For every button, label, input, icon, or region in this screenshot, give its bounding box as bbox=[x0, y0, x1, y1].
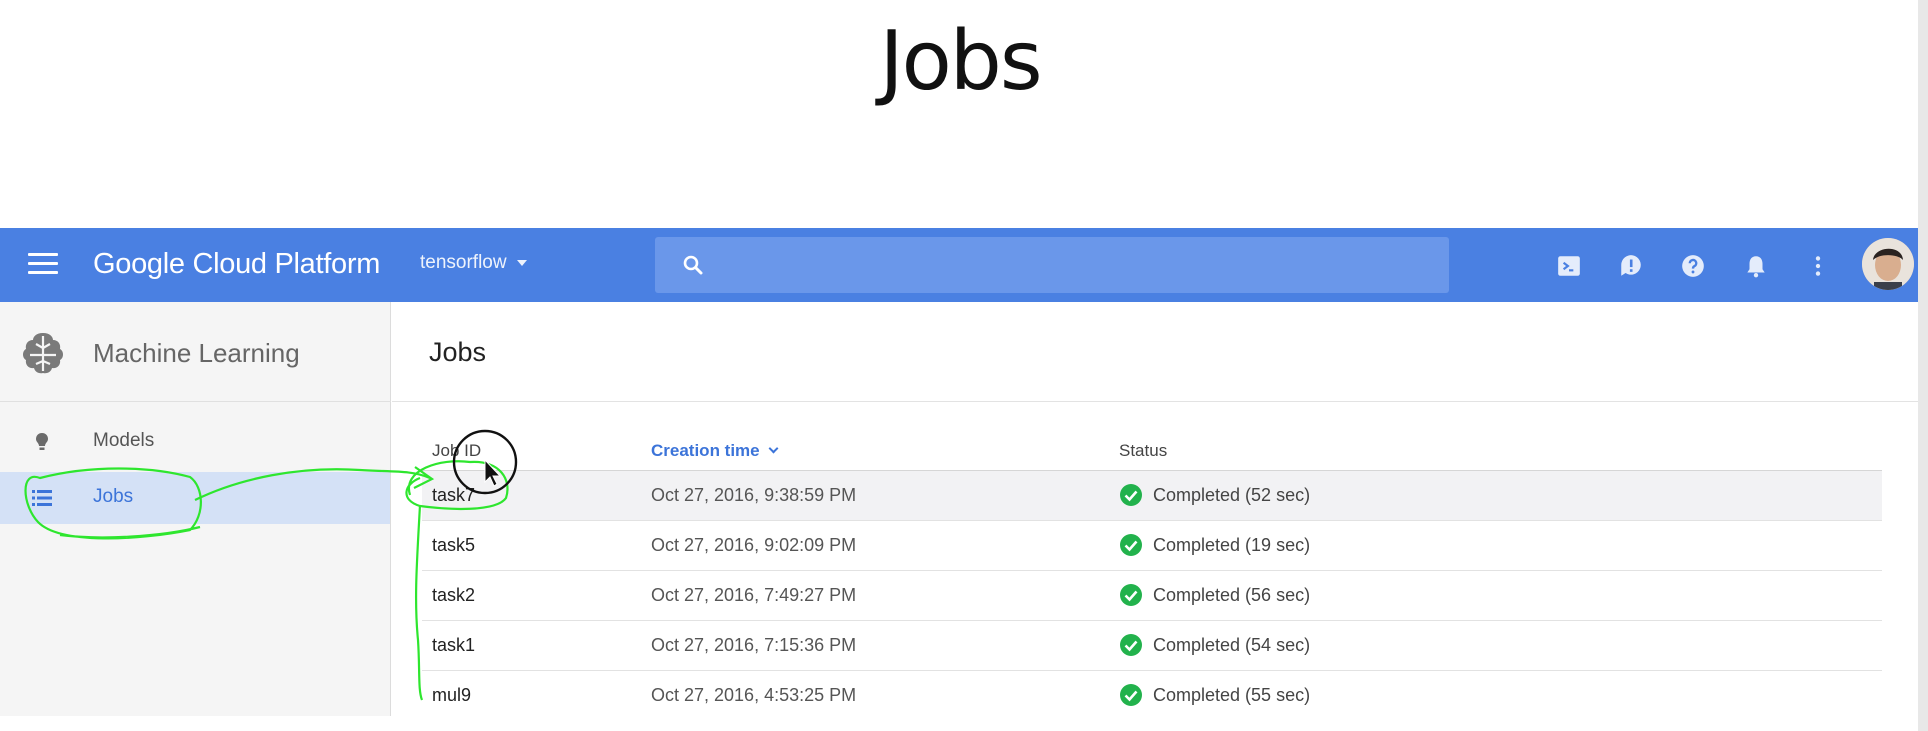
sidebar-header: Machine Learning bbox=[0, 302, 391, 402]
sidebar-item-models[interactable]: Models bbox=[0, 416, 390, 468]
page-header: Jobs bbox=[392, 302, 1918, 402]
more-vert-icon[interactable] bbox=[1805, 253, 1831, 279]
project-selector[interactable]: tensorflow bbox=[420, 252, 527, 274]
creation-time: Oct 27, 2016, 9:02:09 PM bbox=[651, 535, 857, 555]
check-circle-icon bbox=[1120, 484, 1142, 506]
avatar[interactable] bbox=[1862, 238, 1914, 290]
column-header-label: Creation time bbox=[651, 441, 760, 460]
job-id-link[interactable]: task7 bbox=[432, 485, 475, 506]
top-app-bar: Google Cloud Platform tensorflow bbox=[0, 228, 1918, 302]
creation-time: Oct 27, 2016, 4:53:25 PM bbox=[651, 685, 857, 705]
check-circle-icon bbox=[1120, 584, 1142, 606]
status-text: Completed (54 sec) bbox=[1153, 635, 1311, 655]
check-circle-icon bbox=[1120, 684, 1142, 706]
gcp-console-screenshot: Google Cloud Platform tensorflow Machine… bbox=[0, 228, 1918, 716]
sidebar-item-label: Jobs bbox=[93, 486, 134, 507]
creation-time: Oct 27, 2016, 7:15:36 PM bbox=[651, 635, 857, 655]
menu-icon[interactable] bbox=[28, 253, 58, 277]
project-name: tensorflow bbox=[420, 252, 507, 273]
table-row[interactable]: task7 Oct 27, 2016, 9:38:59 PM Completed… bbox=[422, 471, 1882, 521]
search-icon bbox=[683, 255, 703, 275]
cloud-shell-icon[interactable] bbox=[1556, 253, 1582, 279]
column-header-status[interactable]: Status bbox=[1119, 441, 1167, 461]
chevron-down-icon bbox=[516, 259, 527, 266]
table-row[interactable]: task5 Oct 27, 2016, 9:02:09 PM Completed… bbox=[422, 521, 1882, 571]
search-bar[interactable] bbox=[655, 237, 1449, 293]
notifications-icon[interactable] bbox=[1743, 253, 1769, 279]
sidebar-item-jobs[interactable]: Jobs bbox=[0, 472, 390, 524]
table-row[interactable]: task1 Oct 27, 2016, 7:15:36 PM Completed… bbox=[422, 621, 1882, 671]
table-header: Job ID Creation time Status bbox=[422, 430, 1882, 471]
status-text: Completed (56 sec) bbox=[1153, 585, 1311, 605]
lightbulb-icon bbox=[36, 433, 48, 450]
status-text: Completed (52 sec) bbox=[1153, 485, 1311, 505]
check-circle-icon bbox=[1120, 634, 1142, 656]
sort-chevron-down-icon bbox=[768, 443, 779, 454]
table-row[interactable]: mul9 Oct 27, 2016, 4:53:25 PM Completed … bbox=[422, 671, 1882, 716]
table-row[interactable]: task2 Oct 27, 2016, 7:49:27 PM Completed… bbox=[422, 571, 1882, 621]
list-icon bbox=[32, 490, 52, 506]
avatar-face bbox=[1862, 238, 1914, 290]
creation-time: Oct 27, 2016, 9:38:59 PM bbox=[651, 485, 857, 505]
job-id-link[interactable]: task1 bbox=[432, 635, 475, 656]
column-header-creation-time[interactable]: Creation time bbox=[651, 441, 779, 461]
platform-brand[interactable]: Google Cloud Platform bbox=[93, 248, 380, 281]
status-text: Completed (19 sec) bbox=[1153, 535, 1311, 555]
job-id-link[interactable]: task2 bbox=[432, 585, 475, 606]
check-circle-icon bbox=[1120, 534, 1142, 556]
main-content: Jobs Job ID Creation time Status task7 O… bbox=[392, 302, 1918, 716]
sidebar: Machine Learning Models Jobs bbox=[0, 302, 391, 716]
sidebar-title: Machine Learning bbox=[93, 338, 300, 368]
page-title: Jobs bbox=[429, 337, 487, 367]
column-header-job-id[interactable]: Job ID bbox=[432, 441, 481, 461]
help-icon[interactable] bbox=[1680, 253, 1706, 279]
status-text: Completed (55 sec) bbox=[1153, 685, 1311, 705]
job-id-link[interactable]: mul9 bbox=[432, 685, 471, 706]
slide-title: Jobs bbox=[879, 14, 1042, 109]
slide-edge bbox=[1918, 0, 1928, 731]
machine-learning-brain-icon bbox=[23, 333, 63, 374]
creation-time: Oct 27, 2016, 7:49:27 PM bbox=[651, 585, 857, 605]
feedback-icon[interactable] bbox=[1618, 253, 1644, 279]
search-input[interactable] bbox=[725, 249, 1425, 281]
job-id-link[interactable]: task5 bbox=[432, 535, 475, 556]
jobs-table: Job ID Creation time Status task7 Oct 27… bbox=[422, 430, 1882, 716]
sidebar-item-label: Models bbox=[93, 430, 155, 451]
